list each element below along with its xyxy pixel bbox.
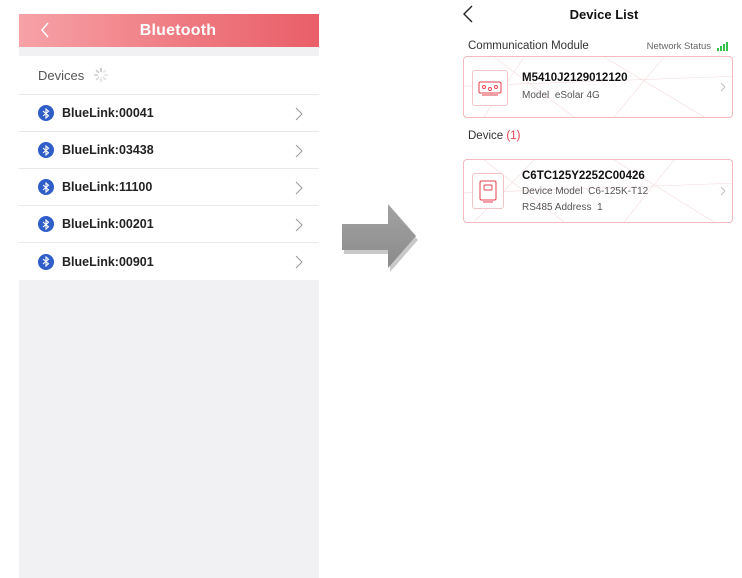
bluetooth-device-item[interactable]: BlueLink:03438 (19, 132, 319, 169)
back-chevron-icon[interactable] (460, 4, 478, 24)
page-title: Bluetooth (139, 21, 217, 39)
device-name: BlueLink:03438 (62, 143, 154, 157)
chevron-right-icon (295, 107, 303, 121)
bluetooth-screen: Bluetooth Devices BlueLink:00041 BlueLin… (19, 14, 319, 578)
bluetooth-icon (38, 216, 54, 232)
device-card[interactable]: C6TC125Y2252C00426 Device Model C6-125K-… (463, 159, 733, 223)
inverter-icon (479, 180, 497, 203)
chevron-right-icon (720, 82, 726, 92)
device-name: BlueLink:00201 (62, 217, 154, 231)
page-title: Device List (569, 6, 639, 22)
chevron-left-icon (41, 22, 49, 38)
device-name: BlueLink:00901 (62, 254, 154, 269)
bluetooth-header: Bluetooth (19, 14, 319, 47)
bluetooth-device-item[interactable]: BlueLink:00041 (19, 95, 319, 132)
rs485-value: 1 (597, 202, 603, 213)
device-count: (1) (506, 130, 521, 142)
bluetooth-icon (38, 253, 54, 270)
chevron-right-icon (295, 181, 303, 195)
bluetooth-device-item[interactable]: BlueLink:00901 (19, 243, 319, 280)
network-status: Network Status (647, 41, 728, 52)
bluetooth-icon (38, 179, 54, 195)
rs485-label: RS485 Address (522, 202, 592, 213)
signal-strength-icon (717, 41, 728, 51)
bluetooth-icon (38, 105, 54, 121)
bluetooth-device-item[interactable]: BlueLink:00201 (19, 206, 319, 243)
devices-heading-row: Devices (19, 56, 319, 95)
chevron-right-icon (720, 186, 726, 196)
section-heading: Device (468, 130, 504, 142)
bluetooth-icon (38, 142, 54, 158)
bluetooth-device-item[interactable]: BlueLink:11100 (19, 169, 319, 206)
network-status-label: Network Status (646, 40, 711, 52)
module-model: Model eSolar 4G (522, 90, 600, 101)
rs485-address: RS485 Address 1 (522, 202, 603, 213)
device-name: BlueLink:00041 (62, 106, 154, 120)
chevron-right-icon (295, 144, 303, 158)
arrow-right-icon (342, 204, 418, 272)
loading-spinner-icon (94, 67, 109, 83)
device-list-header: Device List (456, 0, 742, 28)
bluetooth-device-list: Devices BlueLink:00041 BlueLink:03438 Bl… (19, 56, 319, 280)
device-model-value: C6-125K-T12 (588, 186, 649, 197)
device-model-label: Device Model (522, 186, 583, 197)
device-section: Device (1) (456, 122, 742, 150)
device-list-screen: Device List Communication Module Network… (456, 0, 742, 578)
communication-module-icon (478, 81, 502, 96)
device-name: BlueLink:11100 (62, 180, 153, 194)
device-serial: C6TC125Y2252C00426 (522, 170, 645, 182)
model-label: Model (522, 90, 550, 101)
back-button[interactable] (35, 20, 55, 40)
module-thumbnail (472, 70, 508, 106)
device-model: Device Model C6-125K-T12 (522, 186, 648, 197)
model-value: eSolar 4G (554, 90, 600, 101)
module-card[interactable]: M5410J2129012120 Model eSolar 4G (463, 56, 733, 118)
device-thumbnail (472, 173, 504, 209)
module-serial: M5410J2129012120 (522, 72, 628, 84)
devices-heading: Devices (38, 67, 85, 83)
chevron-right-icon (295, 255, 303, 269)
section-heading: Communication Module (468, 40, 589, 52)
chevron-right-icon (295, 218, 303, 232)
